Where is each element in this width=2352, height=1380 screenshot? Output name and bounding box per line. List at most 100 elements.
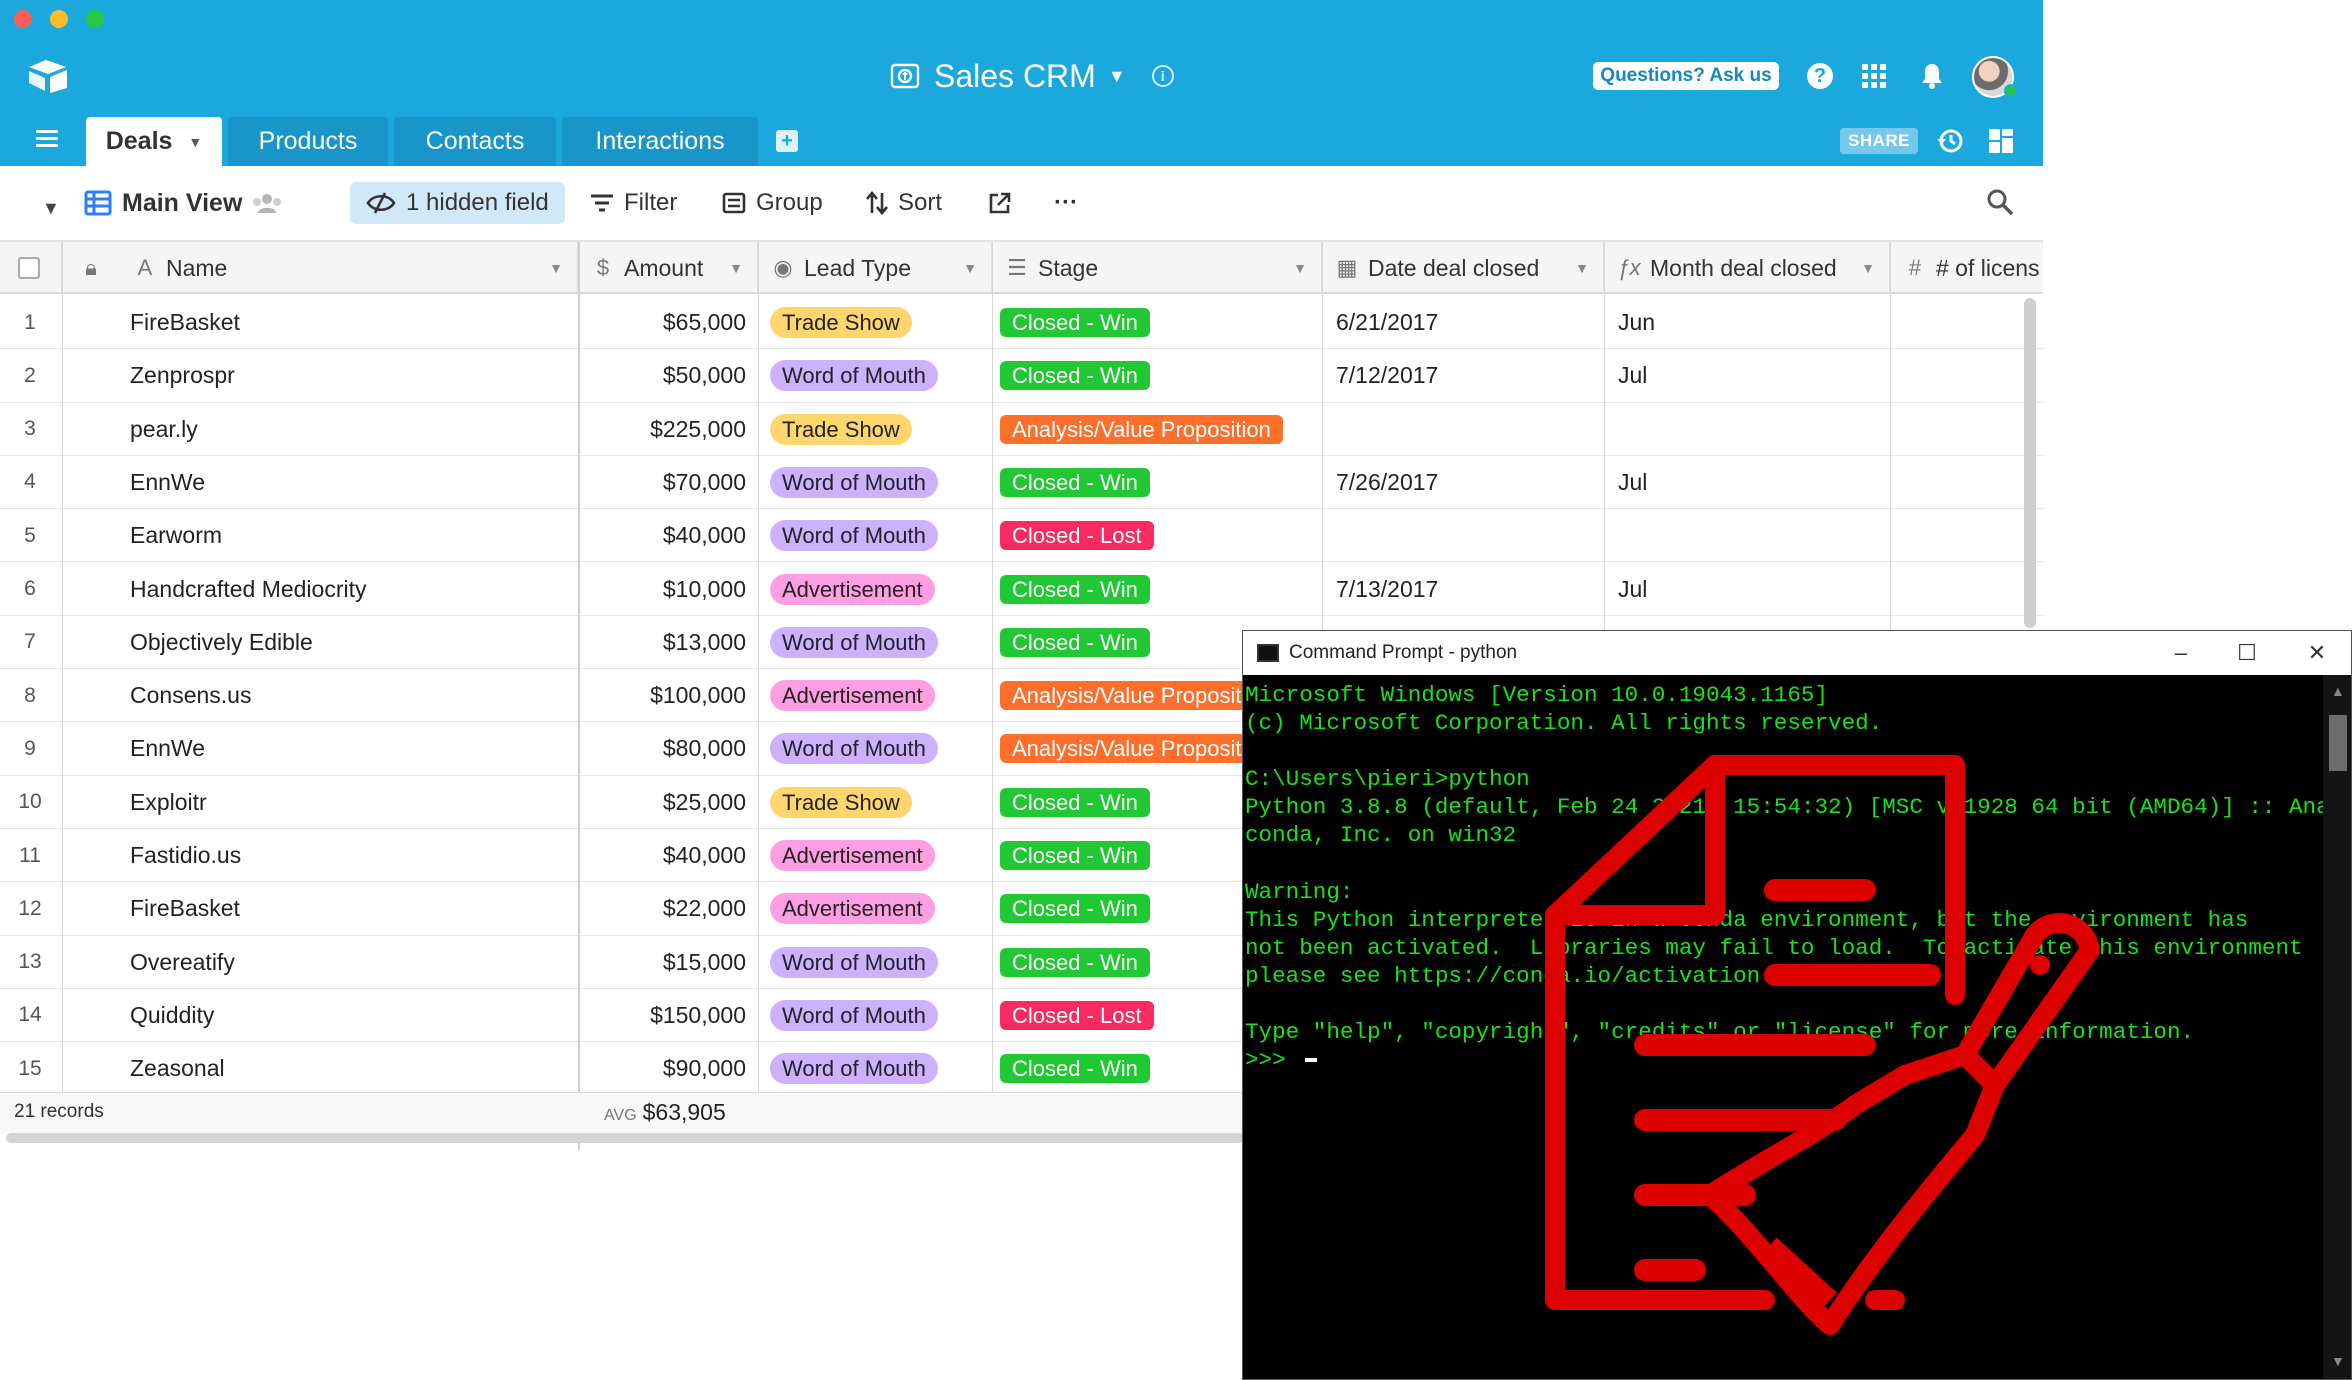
cell-lead-type[interactable]: Word of Mouth	[770, 936, 990, 989]
cell-name[interactable]: pear.ly	[130, 403, 570, 456]
cell-amount[interactable]: $65,000	[578, 296, 746, 349]
cell-lead-type[interactable]: Word of Mouth	[770, 1042, 990, 1095]
chevron-down-icon[interactable]: ▼	[1108, 66, 1126, 87]
help-icon[interactable]: ?	[1804, 60, 1836, 92]
table-row[interactable]: 2 Zenprospr $50,000 Word of Mouth Closed - W…	[0, 349, 2043, 403]
cell-name[interactable]: FireBasket	[130, 296, 570, 349]
cell-amount[interactable]: $80,000	[578, 722, 746, 775]
minimize-icon[interactable]: –	[2167, 639, 2195, 667]
close-icon[interactable]: ✕	[2303, 639, 2331, 667]
cell-name[interactable]: Quiddity	[130, 989, 570, 1042]
cell-name[interactable]: Exploitr	[130, 776, 570, 829]
cell-name[interactable]: Fastidio.us	[130, 829, 570, 882]
chevron-down-icon[interactable]: ▼	[1293, 260, 1307, 276]
cell-lead-type[interactable]: Word of Mouth	[770, 616, 990, 669]
airtable-logo-icon[interactable]	[26, 58, 70, 94]
tab-deals[interactable]: Deals ▼	[86, 117, 222, 166]
cell-amount[interactable]: $225,000	[578, 403, 746, 456]
cell-amount[interactable]: $13,000	[578, 616, 746, 669]
cell-name[interactable]: Objectively Edible	[130, 616, 570, 669]
horizontal-scrollbar[interactable]	[6, 1133, 1244, 1143]
filter-button[interactable]: Filter	[590, 182, 677, 224]
view-name[interactable]: Main View	[84, 182, 282, 224]
cell-lead-type[interactable]: Trade Show	[770, 403, 990, 456]
maximize-icon[interactable]: ☐	[2233, 639, 2261, 667]
cell-date-closed[interactable]	[1336, 403, 1596, 456]
cell-lead-type[interactable]: Word of Mouth	[770, 456, 990, 509]
hamburger-menu-icon[interactable]	[36, 130, 58, 148]
cell-lead-type[interactable]: Advertisement	[770, 563, 990, 616]
zoom-window-button[interactable]	[86, 10, 104, 28]
cell-name[interactable]: Zenprospr	[130, 349, 570, 402]
cell-lead-type[interactable]: Word of Mouth	[770, 722, 990, 775]
chevron-down-icon[interactable]: ▼	[549, 260, 563, 276]
cell-date-closed[interactable]: 7/26/2017	[1336, 456, 1596, 509]
cell-amount[interactable]: $90,000	[578, 1042, 746, 1095]
table-row[interactable]: 1 FireBasket $65,000 Trade Show Closed - Win…	[0, 296, 2043, 350]
table-row[interactable]: 4 EnnWe $70,000 Word of Mouth Closed - Win 7/…	[0, 455, 2043, 510]
cell-amount[interactable]: $40,000	[578, 509, 746, 562]
chevron-down-icon[interactable]: ▼	[188, 134, 202, 150]
cell-lead-type[interactable]: Word of Mouth	[770, 509, 990, 562]
cell-stage[interactable]: Closed - Win	[1000, 563, 1320, 616]
cell-lead-type[interactable]: Word of Mouth	[770, 349, 990, 402]
cell-amount[interactable]: $10,000	[578, 563, 746, 616]
share-view-button[interactable]	[988, 182, 1012, 224]
cell-amount[interactable]: $50,000	[578, 349, 746, 402]
column-header-amount[interactable]: $ Amount ▼	[578, 242, 758, 294]
cell-date-closed[interactable]: 7/12/2017	[1336, 349, 1596, 402]
cell-name[interactable]: Overeatify	[130, 936, 570, 989]
share-view-icon[interactable]	[252, 193, 282, 213]
cell-lead-type[interactable]: Advertisement	[770, 669, 990, 722]
search-icon[interactable]	[1986, 188, 2014, 216]
table-row[interactable]: 3 pear.ly $225,000 Trade Show Analysis/Value…	[0, 402, 2043, 456]
scroll-thumb[interactable]	[2329, 715, 2347, 771]
chevron-down-icon[interactable]: ▼	[963, 260, 977, 276]
cell-amount[interactable]: $100,000	[578, 669, 746, 722]
column-header-stage[interactable]: ☰ Stage ▼	[992, 242, 1322, 294]
cell-stage[interactable]: Closed - Lost	[1000, 509, 1320, 562]
cmd-scrollbar[interactable]: ▲ ▼	[2323, 675, 2351, 1379]
sort-button[interactable]: Sort	[866, 182, 942, 224]
cell-name[interactable]: Consens.us	[130, 669, 570, 722]
column-header-month-closed[interactable]: ƒx Month deal closed ▼	[1604, 242, 1890, 294]
cell-amount[interactable]: $25,000	[578, 776, 746, 829]
cell-amount[interactable]: $70,000	[578, 456, 746, 509]
column-header-name[interactable]: 🔒︎ A Name ▼	[62, 242, 578, 294]
chevron-down-icon[interactable]: ▼	[729, 260, 743, 276]
minimize-window-button[interactable]	[50, 10, 68, 28]
view-switcher-caret-icon[interactable]: ▼	[42, 198, 60, 219]
cell-name[interactable]: EnnWe	[130, 456, 570, 509]
table-row[interactable]: 6 Handcrafted Mediocrity $10,000 Advertisem…	[0, 562, 2043, 616]
cell-amount[interactable]: $22,000	[578, 882, 746, 935]
cell-date-closed[interactable]: 7/13/2017	[1336, 563, 1596, 616]
hidden-fields-button[interactable]: 1 hidden field	[350, 182, 565, 224]
cell-stage[interactable]: Closed - Win	[1000, 349, 1320, 402]
cell-name[interactable]: Handcrafted Mediocrity	[130, 563, 570, 616]
base-title[interactable]: Sales CRM ▼ i	[888, 56, 1174, 96]
cell-lead-type[interactable]: Trade Show	[770, 296, 990, 349]
history-icon[interactable]	[1936, 127, 1964, 155]
more-options-icon[interactable]: ···	[1054, 182, 1078, 224]
cell-date-closed[interactable]	[1336, 509, 1596, 562]
chevron-down-icon[interactable]: ▼	[1861, 260, 1875, 276]
ask-us-button[interactable]: Questions? Ask us	[1593, 62, 1779, 90]
tab-products[interactable]: Products	[228, 117, 388, 166]
cell-name[interactable]: EnnWe	[130, 722, 570, 775]
table-row[interactable]: 5 Earworm $40,000 Word of Mouth Closed - Los…	[0, 509, 2043, 563]
column-header-date-closed[interactable]: ▦ Date deal closed ▼	[1322, 242, 1604, 294]
column-header-lead-type[interactable]: ◉ Lead Type ▼	[758, 242, 992, 294]
cell-stage[interactable]: Closed - Win	[1000, 296, 1320, 349]
cell-lead-type[interactable]: Word of Mouth	[770, 989, 990, 1042]
select-all-checkbox-cell[interactable]	[0, 242, 62, 294]
cell-stage[interactable]: Analysis/Value Proposition	[1000, 403, 1320, 456]
cell-name[interactable]: Earworm	[130, 509, 570, 562]
blocks-icon[interactable]	[1988, 128, 2014, 154]
cell-lead-type[interactable]: Advertisement	[770, 829, 990, 882]
close-window-button[interactable]	[14, 10, 32, 28]
cell-lead-type[interactable]: Trade Show	[770, 776, 990, 829]
scroll-up-arrow-icon[interactable]: ▲	[2331, 683, 2345, 699]
info-icon[interactable]: i	[1151, 65, 1174, 87]
bell-icon[interactable]	[1916, 60, 1948, 92]
cell-amount[interactable]: $40,000	[578, 829, 746, 882]
